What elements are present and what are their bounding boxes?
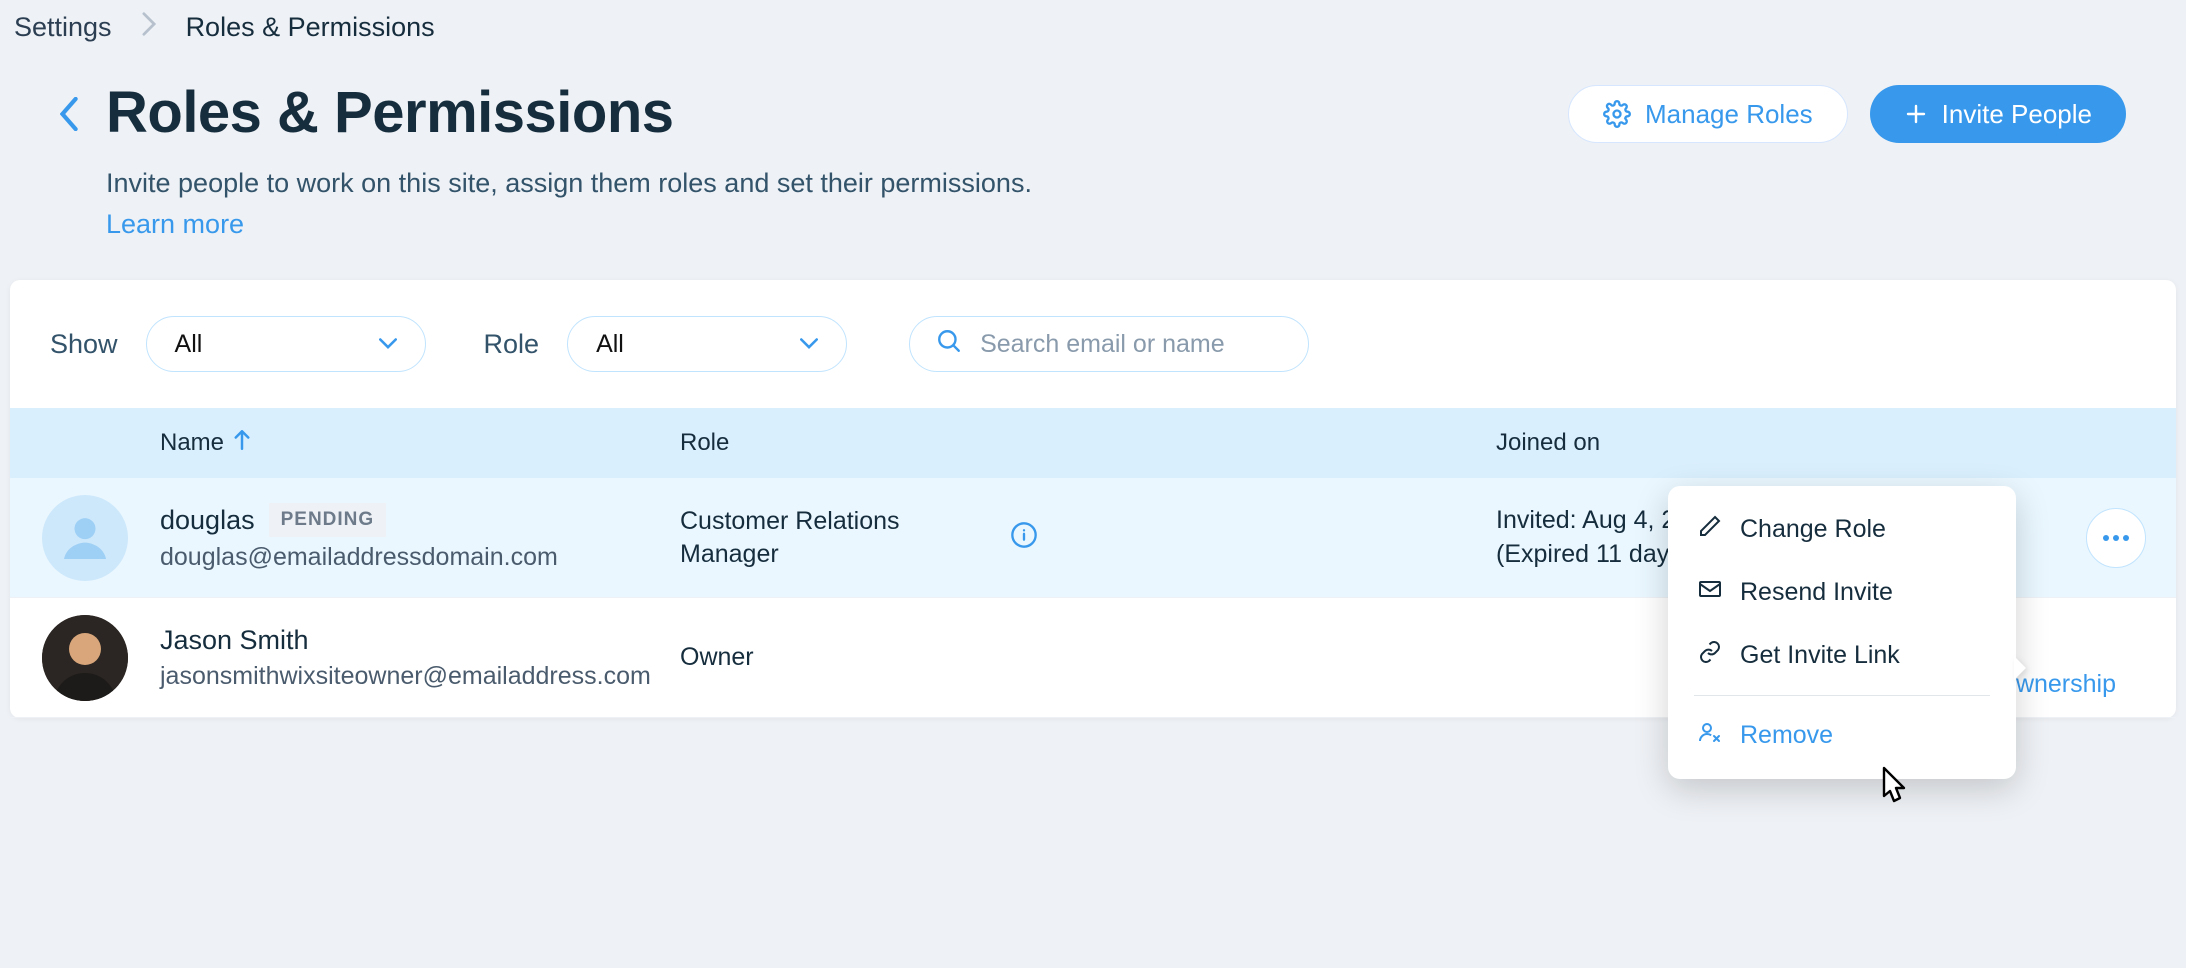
menu-change-role-label: Change Role: [1740, 515, 1886, 544]
user-name: Jason Smith: [160, 625, 309, 656]
info-icon[interactable]: [1010, 536, 1038, 553]
show-filter-value: All: [175, 330, 203, 359]
menu-remove-label: Remove: [1740, 721, 1833, 750]
pencil-icon: [1698, 514, 1722, 545]
menu-get-invite-link[interactable]: Get Invite Link: [1668, 624, 2016, 687]
breadcrumb-current: Roles & Permissions: [186, 12, 435, 43]
role-filter-select[interactable]: All: [567, 316, 847, 372]
manage-roles-label: Manage Roles: [1645, 99, 1813, 130]
avatar: [42, 615, 128, 701]
user-role: Customer Relations Manager: [680, 505, 1010, 570]
user-name: douglas: [160, 505, 255, 536]
menu-get-invite-link-label: Get Invite Link: [1740, 641, 1900, 670]
back-arrow-icon[interactable]: [60, 97, 80, 139]
page-title: Roles & Permissions: [106, 79, 1032, 146]
search-icon: [936, 328, 962, 361]
link-icon: [1698, 640, 1722, 671]
more-actions-button[interactable]: [2086, 508, 2146, 568]
page-header: Roles & Permissions Invite people to wor…: [0, 55, 2186, 280]
invite-people-label: Invite People: [1942, 99, 2092, 130]
search-input[interactable]: [980, 330, 1282, 359]
column-name-label: Name: [160, 429, 224, 457]
table-header: Name Role Joined on: [10, 408, 2176, 478]
invite-people-button[interactable]: Invite People: [1870, 85, 2126, 143]
user-email: jasonsmithwixsiteowner@emailaddress.com: [160, 662, 680, 691]
menu-pointer: [2014, 656, 2026, 680]
show-filter-label: Show: [50, 329, 118, 360]
page-subtitle: Invite people to work on this site, assi…: [106, 168, 1032, 199]
filters-bar: Show All Role All: [10, 280, 2176, 408]
plus-icon: [1904, 102, 1928, 126]
show-filter-select[interactable]: All: [146, 316, 426, 372]
search-box[interactable]: [909, 316, 1309, 372]
status-badge: PENDING: [269, 503, 387, 537]
user-email: douglas@emailaddressdomain.com: [160, 543, 680, 572]
context-menu: Change Role Resend Invite Get Invite Lin…: [1668, 486, 2016, 779]
column-role[interactable]: Role: [680, 429, 1010, 457]
menu-resend-invite[interactable]: Resend Invite: [1668, 561, 2016, 624]
chevron-down-icon: [379, 333, 397, 356]
chevron-right-icon: [142, 12, 156, 43]
column-joined[interactable]: Joined on: [1496, 429, 1836, 457]
sort-ascending-icon: [234, 430, 250, 456]
chevron-down-icon: [800, 333, 818, 356]
remove-user-icon: [1698, 720, 1722, 751]
role-filter-label: Role: [484, 329, 540, 360]
avatar-placeholder: [42, 495, 128, 581]
manage-roles-button[interactable]: Manage Roles: [1568, 85, 1848, 143]
menu-divider: [1694, 695, 1990, 696]
gear-icon: [1603, 100, 1631, 128]
breadcrumb-root[interactable]: Settings: [14, 12, 112, 43]
menu-change-role[interactable]: Change Role: [1668, 498, 2016, 561]
breadcrumb: Settings Roles & Permissions: [0, 0, 2186, 55]
column-name[interactable]: Name: [160, 429, 680, 457]
learn-more-link[interactable]: Learn more: [106, 209, 244, 240]
envelope-icon: [1698, 577, 1722, 608]
menu-remove[interactable]: Remove: [1668, 704, 2016, 767]
role-filter-value: All: [596, 330, 624, 359]
menu-resend-invite-label: Resend Invite: [1740, 578, 1893, 607]
user-role: Owner: [680, 641, 1010, 674]
